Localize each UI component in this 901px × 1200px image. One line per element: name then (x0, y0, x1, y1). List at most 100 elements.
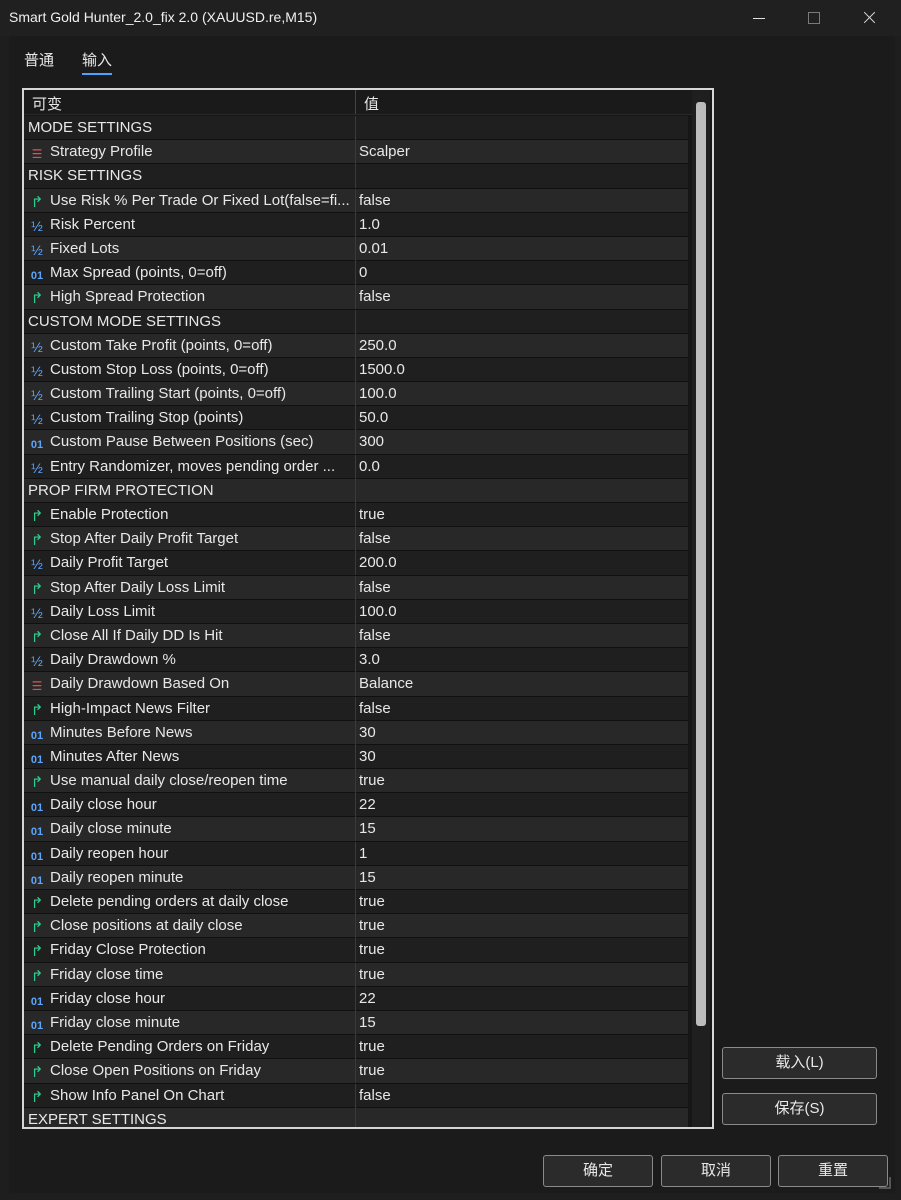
table-row[interactable]: Use manual daily close/reopen time true (24, 769, 688, 794)
load-button[interactable]: 载入(L) (722, 1047, 877, 1079)
table-row[interactable]: Use Risk % Per Trade Or Fixed Lot(false=… (24, 188, 688, 213)
table-row[interactable]: Stop After Daily Profit Target false (24, 527, 688, 552)
section-header-row[interactable]: CUSTOM MODE SETTINGS (24, 309, 688, 334)
scrollbar-thumb[interactable] (696, 102, 706, 1026)
table-row[interactable]: Friday close time true (24, 962, 688, 987)
parameter-value[interactable]: false (359, 192, 683, 211)
parameter-value[interactable]: 22 (359, 796, 683, 815)
table-row[interactable]: Custom Trailing Stop (points) 50.0 (24, 406, 688, 431)
section-header-row[interactable]: PROP FIRM PROTECTION (24, 478, 688, 503)
parameter-value[interactable]: true (359, 966, 683, 985)
section-header-row[interactable]: MODE SETTINGS (24, 116, 688, 141)
parameter-value[interactable]: Scalper (359, 143, 683, 162)
parameter-value[interactable]: 1500.0 (359, 361, 683, 380)
table-row[interactable]: Entry Randomizer, moves pending order ..… (24, 454, 688, 479)
vertical-scrollbar[interactable] (692, 90, 710, 1127)
table-row[interactable]: Minutes After News 30 (24, 744, 688, 770)
parameter-value[interactable]: false (359, 700, 683, 719)
table-row[interactable]: High Spread Protection false (24, 285, 688, 310)
resize-grip[interactable] (879, 1177, 891, 1189)
reset-button[interactable]: 重置 (778, 1155, 888, 1187)
table-row[interactable]: Daily close minute 15 (24, 817, 688, 842)
parameter-value[interactable]: false (359, 579, 683, 598)
parameter-value[interactable]: 15 (359, 869, 683, 888)
close-icon[interactable] (856, 6, 882, 30)
save-button[interactable]: 保存(S) (722, 1093, 877, 1125)
parameter-value[interactable]: 100.0 (359, 603, 683, 622)
table-row[interactable]: Daily Drawdown Based On Balance (24, 672, 688, 697)
table-row[interactable]: Close Open Positions on Friday true (24, 1059, 688, 1084)
table-row[interactable]: Custom Trailing Start (points, 0=off) 100… (24, 382, 688, 407)
table-row[interactable]: Show Info Panel On Chart false (24, 1083, 688, 1108)
table-row[interactable]: Daily Profit Target 200.0 (24, 551, 688, 576)
parameter-value[interactable]: true (359, 941, 683, 960)
table-row[interactable]: Delete Pending Orders on Friday true (24, 1035, 688, 1060)
section-header-row[interactable]: RISK SETTINGS (24, 164, 688, 189)
parameter-value[interactable]: true (359, 893, 683, 912)
parameter-value[interactable]: true (359, 917, 683, 936)
parameter-value[interactable]: 300 (359, 433, 683, 452)
parameter-value[interactable]: true (359, 1062, 683, 1081)
tab-inputs[interactable]: 输入 (82, 49, 113, 75)
parameter-value[interactable]: 250.0 (359, 337, 683, 356)
table-row[interactable]: Custom Take Profit (points, 0=off) 250.0 (24, 333, 688, 358)
table-row[interactable]: Friday close hour 22 (24, 986, 688, 1011)
table-row[interactable]: Daily close hour 22 (24, 793, 688, 818)
tab-common[interactable]: 普通 (24, 49, 54, 70)
ok-button[interactable]: 确定 (543, 1155, 653, 1187)
minimize-icon[interactable] (746, 6, 772, 30)
parameter-label: Close All If Daily DD Is Hit (50, 626, 223, 644)
parameter-value[interactable]: false (359, 627, 683, 646)
table-row[interactable]: Enable Protection true (24, 503, 688, 528)
section-header-row[interactable]: EXPERT SETTINGS (24, 1107, 688, 1127)
column-divider[interactable] (355, 90, 356, 114)
table-row[interactable]: Custom Stop Loss (points, 0=off) 1500.0 (24, 357, 688, 383)
parameter-value[interactable]: 15 (359, 1014, 683, 1033)
parameter-value[interactable]: true (359, 772, 683, 791)
integer-icon (28, 726, 46, 742)
parameter-value[interactable]: Balance (359, 675, 683, 694)
parameter-label: RISK SETTINGS (28, 167, 143, 185)
parameter-value[interactable]: 0 (359, 264, 683, 283)
table-row[interactable]: Daily Loss Limit 100.0 (24, 599, 688, 624)
table-row[interactable]: High-Impact News Filter false (24, 696, 688, 721)
cell-divider (355, 720, 356, 745)
column-header-value[interactable]: 值 (364, 93, 379, 114)
parameter-value[interactable]: false (359, 530, 683, 549)
parameter-value[interactable]: false (359, 288, 683, 307)
parameter-value[interactable]: 100.0 (359, 385, 683, 404)
table-row[interactable]: Risk Percent 1.0 (24, 212, 688, 237)
parameter-value[interactable]: 30 (359, 748, 683, 767)
parameter-value[interactable]: 15 (359, 820, 683, 839)
parameter-value[interactable]: 0.0 (359, 458, 683, 477)
table-row[interactable]: Daily reopen minute 15 (24, 865, 688, 890)
maximize-icon[interactable] (801, 6, 827, 30)
parameter-value[interactable]: 1 (359, 845, 683, 864)
cancel-button[interactable]: 取消 (661, 1155, 771, 1187)
parameter-value[interactable]: 30 (359, 724, 683, 743)
table-row[interactable]: Close positions at daily close true (24, 914, 688, 939)
table-row[interactable]: Daily Drawdown % 3.0 (24, 648, 688, 673)
parameter-label: Enable Protection (50, 506, 169, 523)
table-row[interactable]: Max Spread (points, 0=off) 0 (24, 261, 688, 286)
table-row[interactable]: Friday close minute 15 (24, 1010, 688, 1036)
parameter-value[interactable]: 200.0 (359, 554, 683, 573)
table-row[interactable]: Strategy Profile Scalper (24, 140, 688, 165)
parameter-value[interactable]: 50.0 (359, 409, 683, 428)
column-header-variable[interactable]: 可变 (32, 93, 62, 114)
table-row[interactable]: Daily reopen hour 1 (24, 841, 688, 866)
parameter-value[interactable]: true (359, 1038, 683, 1057)
table-row[interactable]: Stop After Daily Loss Limit false (24, 575, 688, 600)
table-row[interactable]: Minutes Before News 30 (24, 720, 688, 745)
parameter-value[interactable]: 22 (359, 990, 683, 1009)
table-row[interactable]: Fixed Lots 0.01 (24, 236, 688, 262)
table-row[interactable]: Close All If Daily DD Is Hit false (24, 623, 688, 649)
parameter-value[interactable]: 0.01 (359, 240, 683, 259)
parameter-value[interactable]: true (359, 506, 683, 525)
parameter-value[interactable]: false (359, 1087, 683, 1106)
table-row[interactable]: Delete pending orders at daily close true (24, 890, 688, 915)
table-row[interactable]: Custom Pause Between Positions (sec) 300 (24, 430, 688, 455)
parameter-value[interactable]: 1.0 (359, 216, 683, 235)
table-row[interactable]: Friday Close Protection true (24, 938, 688, 963)
parameter-value[interactable]: 3.0 (359, 651, 683, 670)
